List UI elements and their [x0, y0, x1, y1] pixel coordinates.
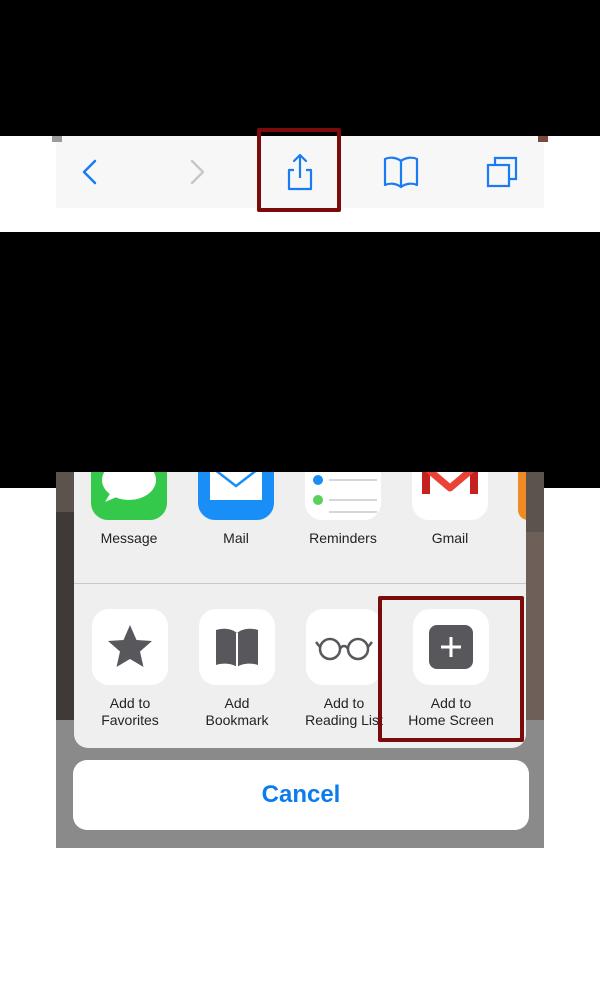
action-label: Add Bookmark — [182, 695, 292, 729]
chevron-right-icon — [190, 159, 205, 185]
action-label-text: Add Bookmark — [205, 695, 269, 728]
share-sheet-divider — [74, 583, 526, 584]
mail-icon — [210, 472, 262, 500]
cancel-button[interactable]: Cancel — [73, 760, 529, 830]
chevron-left-icon — [82, 159, 97, 185]
add-to-reading-list-button[interactable] — [306, 609, 382, 685]
safari-toolbar — [52, 136, 548, 208]
action-label-text: Add to Favorites — [101, 695, 159, 728]
star-icon — [108, 625, 152, 667]
message-app-button[interactable] — [91, 472, 167, 520]
tabs-button[interactable] — [477, 146, 527, 198]
share-icon — [287, 153, 313, 191]
gmail-app-button[interactable] — [412, 472, 488, 520]
app-label: Mail — [223, 530, 249, 546]
back-button[interactable] — [65, 146, 115, 198]
forward-button[interactable] — [172, 146, 222, 198]
add-bookmark-button[interactable] — [199, 609, 275, 685]
share-sheet: Message Mail Reminders Gmail Add to Favo… — [74, 472, 526, 748]
black-band-top — [0, 0, 600, 136]
app-label: Message — [100, 530, 158, 546]
tabs-icon — [486, 156, 518, 188]
gmail-icon — [422, 472, 478, 494]
mail-app-button[interactable] — [198, 472, 274, 520]
app-label: Reminders — [309, 530, 377, 546]
add-to-favorites-button[interactable] — [92, 609, 168, 685]
app-label: Gmail — [431, 530, 469, 546]
glasses-icon — [315, 637, 373, 661]
message-icon — [102, 472, 156, 502]
toolbar-edge — [52, 136, 62, 142]
bookmarks-button[interactable] — [376, 146, 426, 198]
book-icon — [216, 628, 258, 667]
share-button[interactable] — [275, 146, 325, 198]
reminders-app-button[interactable] — [305, 472, 381, 520]
action-label-text: Add to Reading List — [305, 695, 383, 728]
page: Message Mail Reminders Gmail Add to Favo… — [0, 0, 600, 1000]
toolbar-edge — [538, 136, 548, 142]
reminders-icon — [313, 475, 377, 513]
action-label-text: Add to Home Screen — [408, 695, 494, 728]
action-label: Add to Home Screen — [396, 695, 506, 729]
black-band-middle — [0, 232, 600, 488]
action-label: Add to Favorites — [75, 695, 185, 729]
book-icon — [383, 156, 419, 189]
action-label: Add to Reading List — [289, 695, 399, 729]
more-app-button[interactable] — [518, 472, 526, 520]
add-to-home-screen-button[interactable] — [413, 609, 489, 685]
plus-square-icon — [429, 625, 473, 669]
